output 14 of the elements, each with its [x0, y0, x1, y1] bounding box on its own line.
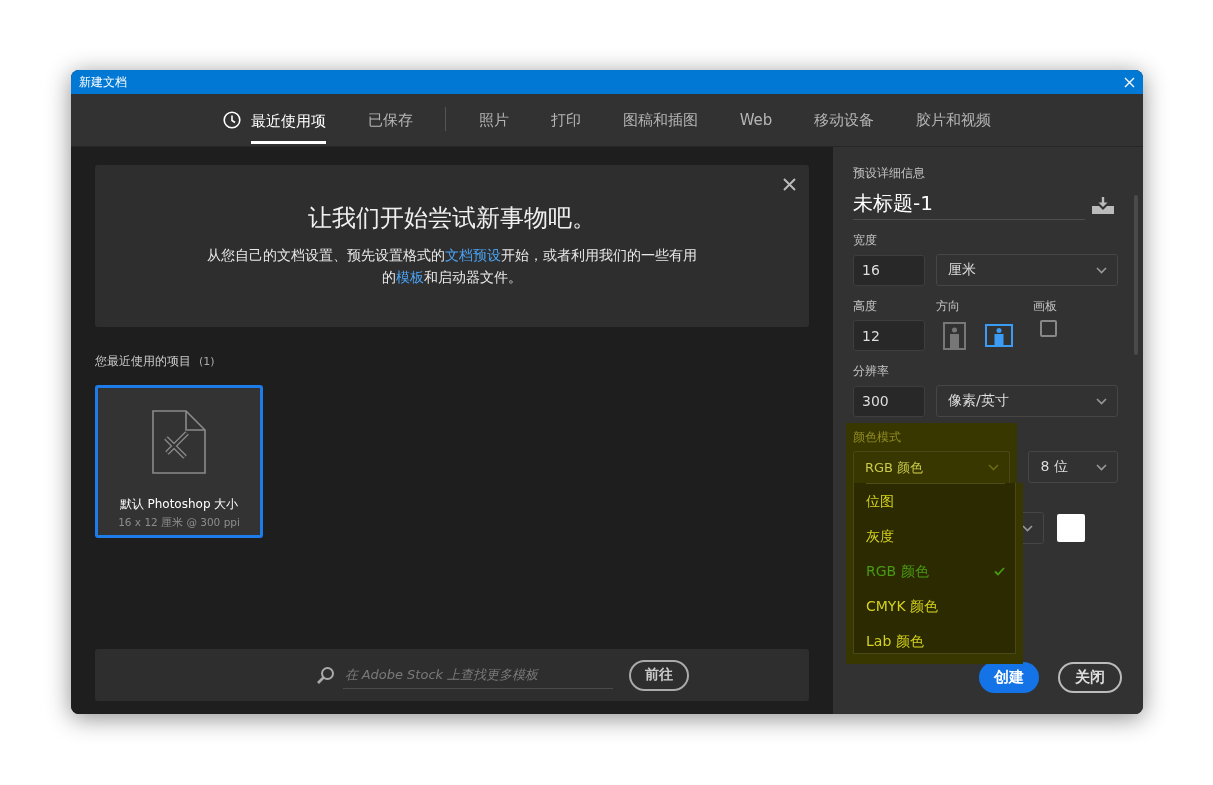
field-label: 方向 [936, 298, 961, 315]
field-label: 画板 [1033, 298, 1057, 315]
section-heading: 您最近使用的项目 [95, 353, 191, 370]
banner-title: 让我们开始尝试新事物吧。 [308, 203, 596, 234]
field-label: 宽度 [853, 232, 878, 249]
field-label: 高度 [853, 298, 878, 315]
item-count: (1) [199, 355, 215, 368]
banner-text: 从您自己的文档设置、预先设置格式的文档预设开始，或者利用我们的一些有用的模板和启动器文件。 [206, 246, 698, 287]
preset-details: 16 x 12 厘米 @ 300 ppi [118, 516, 240, 530]
field-label: 预设详细信息 [853, 165, 926, 182]
field-label: 分辨率 [853, 363, 890, 380]
window-title: 新建文档 [79, 73, 127, 91]
preset-name: 默认 Photoshop 大小 [119, 496, 239, 513]
field-label: 颜色模式 [853, 429, 902, 446]
